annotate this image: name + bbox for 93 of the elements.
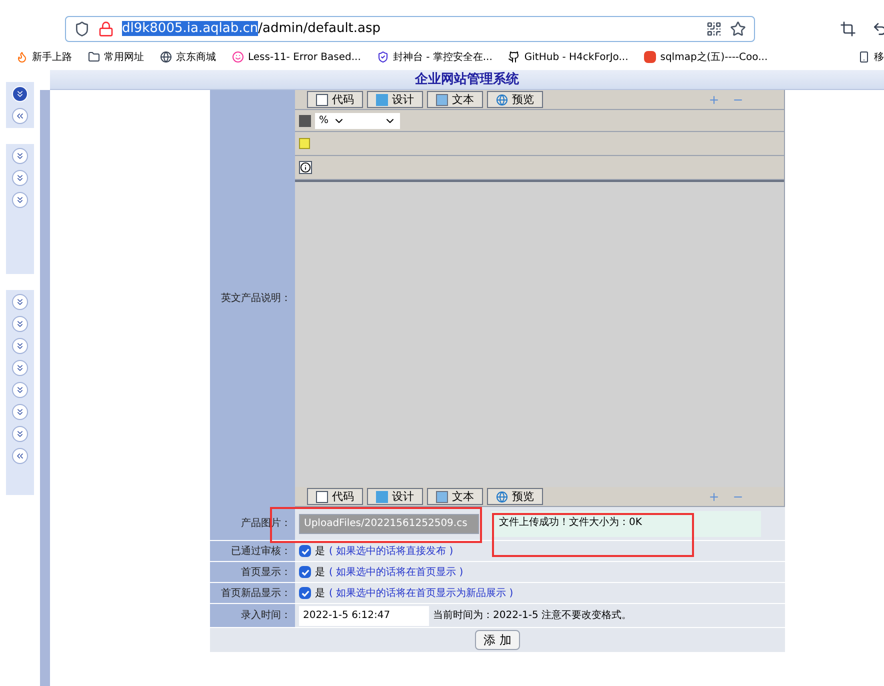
sidebar-toggle-button[interactable] xyxy=(12,426,28,442)
time-note: 当前时间为：2022-1-5 注意不要改变格式。 xyxy=(433,608,632,623)
double-chevron-down-icon xyxy=(15,407,25,417)
bookmark-link[interactable]: 新手上路 xyxy=(16,50,72,64)
phone-icon xyxy=(858,51,870,63)
size-select[interactable]: % xyxy=(315,112,400,128)
code-icon xyxy=(316,94,328,106)
double-chevron-down-icon xyxy=(15,319,25,329)
bookmark-link[interactable]: Less-11- Error Based... xyxy=(232,50,361,64)
double-chevron-down-icon xyxy=(15,297,25,307)
sidebar-toggle-button[interactable] xyxy=(12,382,28,398)
sidebar-toggle-button[interactable] xyxy=(12,338,28,354)
field-label: 录入时间： xyxy=(241,608,291,623)
double-chevron-down-icon xyxy=(15,429,25,439)
editor-mode-tab[interactable]: 设计 xyxy=(367,91,423,108)
bookmark-link[interactable]: 京东商城 xyxy=(160,50,216,64)
bookmark-link[interactable]: 常用网址 xyxy=(88,50,144,64)
editor-mode-tab[interactable]: 代码 xyxy=(307,91,363,108)
undo-icon[interactable] xyxy=(872,21,884,37)
sidebar-toggle-button[interactable] xyxy=(12,316,28,332)
sidebar-toggle-button[interactable] xyxy=(12,170,28,186)
field-label: 已通过审核： xyxy=(231,544,291,558)
design-icon xyxy=(376,490,388,502)
checkbox[interactable] xyxy=(299,587,311,599)
hint-text: ( 如果选中的话将在首页显示为新品展示 ) xyxy=(329,586,514,600)
crop-icon[interactable] xyxy=(840,21,856,37)
double-chevron-down-icon xyxy=(15,341,25,351)
hint-text: ( 如果选中的话将在首页显示 ) xyxy=(329,566,464,580)
checkbox-label: 是 xyxy=(315,586,325,600)
double-chevron-down-icon xyxy=(15,151,25,161)
plus-icon[interactable] xyxy=(708,490,720,502)
editor-mode-tab[interactable]: 代码 xyxy=(307,488,363,505)
editor-mode-tab[interactable]: 设计 xyxy=(367,488,423,505)
editor-mode-tab[interactable]: 预览 xyxy=(487,488,543,505)
sidebar-toggle-button[interactable] xyxy=(12,294,28,310)
add-button[interactable]: 添 加 xyxy=(474,630,520,650)
sidebar-toggle-button[interactable] xyxy=(12,404,28,420)
checkbox-label: 是 xyxy=(315,544,325,558)
sidebar-toggle-button[interactable] xyxy=(12,448,28,464)
double-chevron-down-icon xyxy=(15,89,25,99)
plus-icon[interactable] xyxy=(708,94,720,106)
address-bar[interactable]: dl9k8005.ia.aqlab.cn/admin/default.asp xyxy=(65,16,755,42)
globe-icon xyxy=(160,51,172,63)
color-swatch-icon[interactable] xyxy=(299,114,311,126)
github-icon xyxy=(508,51,520,63)
editor-mode-tab[interactable]: 文本 xyxy=(427,488,483,505)
url-text: dl9k8005.ia.aqlab.cn/admin/default.asp xyxy=(122,20,381,38)
sidebar-toggle-button[interactable] xyxy=(12,360,28,376)
folder-icon xyxy=(88,51,100,63)
sidebar-toggle-button[interactable] xyxy=(12,148,28,164)
text-icon xyxy=(436,94,448,106)
field-label: 产品图片： xyxy=(241,516,291,531)
page-title: 企业网站管理系统 xyxy=(415,70,519,89)
field-label: 首页显示： xyxy=(241,566,291,580)
checkbox-label: 是 xyxy=(315,566,325,580)
field-label: 首页新品显示： xyxy=(221,586,291,600)
flame-icon xyxy=(16,51,28,63)
hint-text: ( 如果选中的话将直接发布 ) xyxy=(329,544,454,558)
editor-mode-tab[interactable]: 预览 xyxy=(487,91,543,108)
globe-icon xyxy=(496,94,508,106)
sidebar-toggle-button[interactable] xyxy=(12,108,28,124)
qr-code-icon[interactable] xyxy=(706,21,722,37)
shield-icon xyxy=(74,21,90,37)
time-field[interactable]: 2022-1-5 6:12:47 xyxy=(299,606,429,626)
checkmark-icon xyxy=(300,568,310,576)
checkmark-icon xyxy=(300,588,310,598)
double-chevron-down-icon xyxy=(15,363,25,373)
field-label: 英文产品说明： xyxy=(221,292,291,306)
info-icon[interactable] xyxy=(299,161,312,174)
globe-icon xyxy=(496,490,508,502)
bookmark-link[interactable]: 移 xyxy=(858,50,884,64)
double-chevron-down-icon xyxy=(15,385,25,395)
double-chevron-left-icon xyxy=(15,451,25,461)
code-icon xyxy=(316,490,328,502)
upload-status-text: 文件上传成功！文件大小为：0K xyxy=(491,510,761,536)
double-chevron-down-icon xyxy=(15,173,25,183)
checkbox[interactable] xyxy=(299,545,311,557)
bookmark-link[interactable]: GitHub - H4ckForJo... xyxy=(508,50,628,64)
c-logo-icon xyxy=(644,51,656,63)
sidebar-toggle-button[interactable] xyxy=(12,192,28,208)
bookmark-link[interactable]: sqlmap之(五)----Coo... xyxy=(644,50,768,64)
smile-icon xyxy=(232,51,244,63)
lock-icon xyxy=(98,21,114,37)
shield-icon xyxy=(376,51,389,63)
design-icon xyxy=(376,94,388,106)
checkbox[interactable] xyxy=(299,566,311,578)
checkmark-icon xyxy=(300,546,310,556)
text-icon xyxy=(436,490,448,502)
double-chevron-left-icon xyxy=(15,111,25,121)
double-chevron-down-icon xyxy=(15,195,25,205)
bookmark-link[interactable]: 封神台 - 掌控安全在... xyxy=(376,50,492,64)
star-icon[interactable] xyxy=(730,21,746,37)
editor-mode-tab[interactable]: 文本 xyxy=(427,91,483,108)
